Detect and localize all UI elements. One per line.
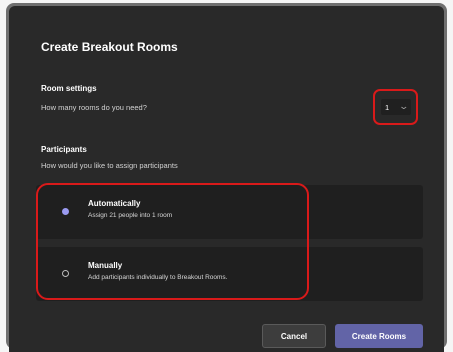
assign-question: How would you like to assign participant… [41,161,178,170]
chevron-down-icon[interactable]: ⌄ [399,101,410,112]
radio-unchecked-icon[interactable] [62,270,69,277]
option-description: Add participants individually to Breakou… [88,274,228,281]
option-description: Assign 21 people into 1 room [88,212,173,219]
room-count-select[interactable]: 1 ⌄ [381,99,411,115]
option-automatically[interactable]: Automatically Assign 21 people into 1 ro… [36,185,423,239]
room-count-dropdown[interactable]: 1 ⌄ [373,89,418,125]
option-manually[interactable]: Manually Add participants individually t… [36,247,423,301]
cancel-button[interactable]: Cancel [262,324,326,348]
room-count-question: How many rooms do you need? [41,103,147,112]
room-settings-label: Room settings [41,84,97,93]
option-title: Automatically [88,199,141,208]
create-rooms-button[interactable]: Create Rooms [335,324,423,348]
room-count-value: 1 [385,103,390,112]
dialog-title: Create Breakout Rooms [41,40,178,54]
radio-checked-icon[interactable] [62,208,69,215]
option-title: Manually [88,261,123,270]
participants-label: Participants [41,145,87,154]
